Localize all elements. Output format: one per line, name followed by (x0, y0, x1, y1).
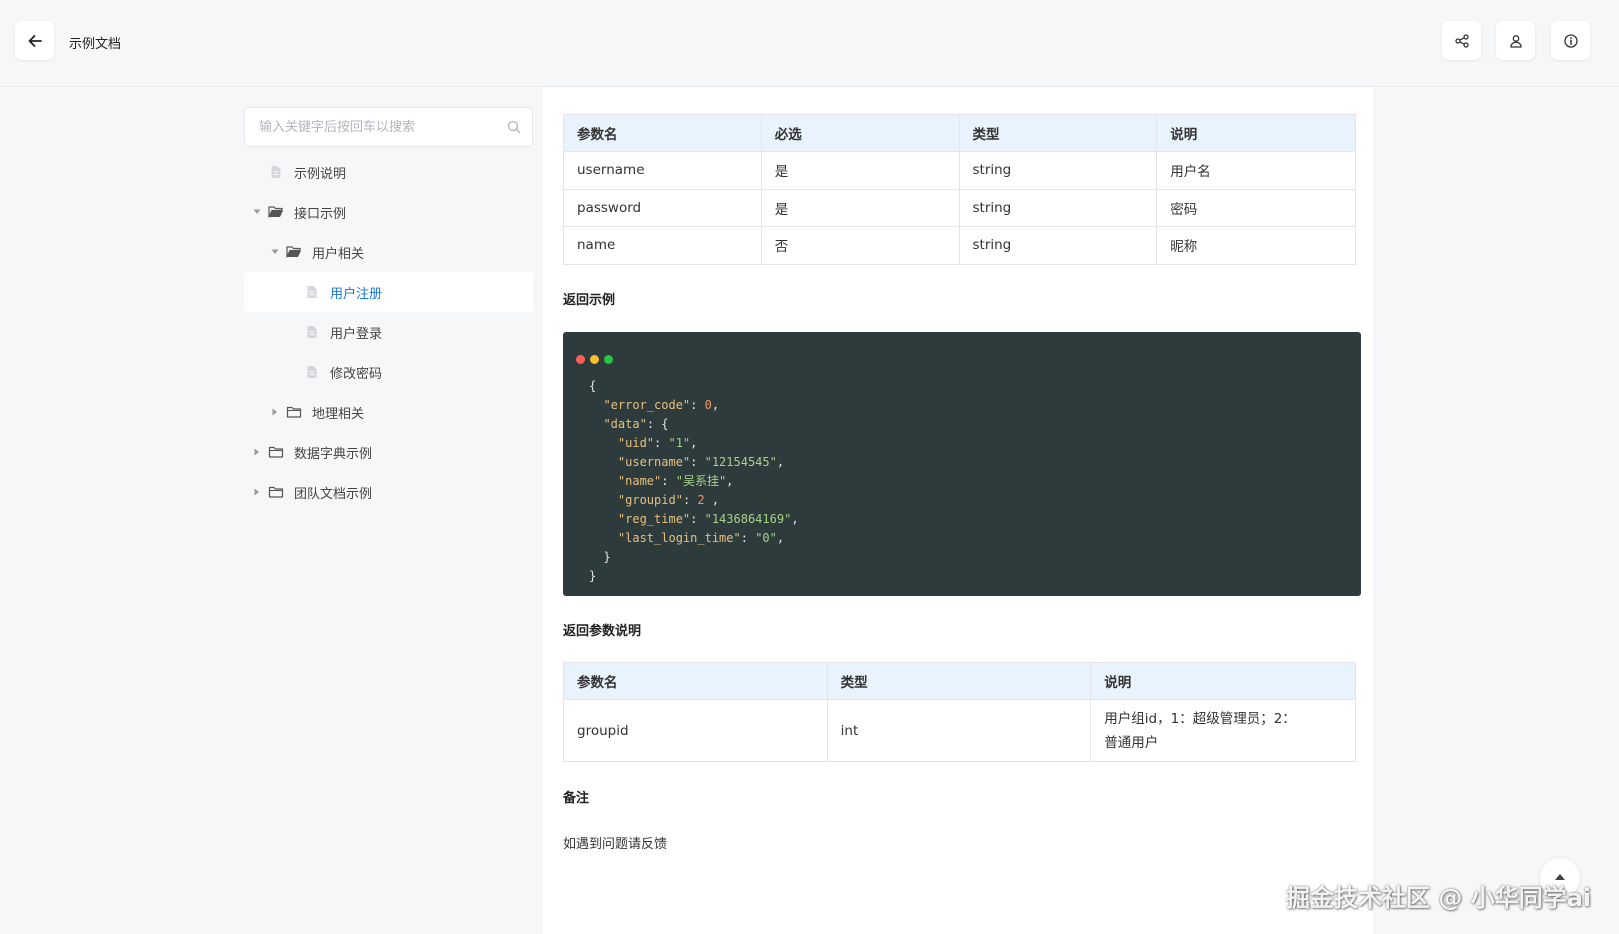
back-button[interactable] (15, 21, 54, 60)
table-row: username 是 string 用户名 (563, 151, 1356, 190)
caret-right-icon[interactable] (250, 488, 264, 496)
table-cell: 否 (760, 226, 960, 265)
tree-item-label: 地理相关 (312, 406, 365, 422)
user-button[interactable] (1496, 21, 1535, 60)
caret-right-icon[interactable] (268, 408, 282, 416)
tree-item[interactable]: 用户注册 (244, 272, 533, 312)
table-row: name 否 string 昵称 (563, 226, 1356, 265)
share-button[interactable] (1442, 21, 1481, 60)
table-cell: int (826, 699, 1092, 762)
table-cell: 是 (760, 188, 960, 227)
table-header-cell: 必选 (760, 114, 960, 152)
tree-item-label: 用户注册 (330, 286, 383, 302)
table-header-cell: 类型 (958, 114, 1158, 152)
table-cell: password (563, 188, 762, 227)
tree-item[interactable]: 修改密码 (244, 352, 533, 392)
user-icon (1509, 34, 1522, 48)
tree-item[interactable]: 地理相关 (244, 392, 533, 432)
table-row: groupid int 用户组id，1：超级管理员；2：普通用户 (563, 699, 1356, 762)
search-input[interactable] (245, 108, 495, 146)
table-cell: string (958, 226, 1158, 265)
folder-icon (282, 405, 306, 419)
code-block: { "error_code": 0, "data": { "uid": "1",… (563, 332, 1361, 596)
tree-item[interactable]: 示例说明 (244, 152, 533, 192)
info-icon (1563, 33, 1578, 48)
caret-right-icon[interactable] (250, 448, 264, 456)
table-cell: 是 (760, 151, 960, 190)
table-header-cell: 说明 (1156, 114, 1356, 152)
request-params-table: 参数名 必选 类型 说明 username 是 string 用户名 password 是 str… (563, 114, 1356, 265)
watermark: 掘金技术社区 @ 小华同学ai (1286, 884, 1592, 912)
folder-icon (264, 445, 288, 459)
table-cell: groupid (563, 699, 828, 762)
caret-down-icon[interactable] (250, 209, 264, 215)
table-cell: 用户名 (1156, 151, 1356, 190)
tree-item[interactable]: 接口示例 (244, 192, 533, 232)
doc-title: 示例文档 (69, 37, 122, 52)
table-header-cell: 说明 (1090, 662, 1356, 700)
sidebar: 示例说明接口示例用户相关用户注册用户登录修改密码地理相关数据字典示例团队文档示例 (244, 107, 533, 512)
doc-content: 参数名 必选 类型 说明 username 是 string 用户名 password 是 str… (543, 87, 1373, 934)
tree-item-label: 用户相关 (312, 246, 365, 262)
tree-item-label: 用户登录 (330, 326, 383, 342)
info-button[interactable] (1551, 21, 1590, 60)
tree-item[interactable]: 团队文档示例 (244, 472, 533, 512)
window-dot-red (576, 355, 585, 364)
tree-item[interactable]: 数据字典示例 (244, 432, 533, 472)
file-icon (264, 165, 288, 179)
table-header-cell: 类型 (826, 662, 1092, 700)
window-dot-yellow (590, 355, 599, 364)
remark-text: 如遇到问题请反馈 (563, 837, 668, 852)
return-example-heading: 返回示例 (563, 293, 616, 308)
top-bar: 示例文档 (0, 0, 1619, 87)
tree-item[interactable]: 用户登录 (244, 312, 533, 352)
tree-item-label: 团队文档示例 (294, 486, 373, 502)
file-icon (300, 285, 324, 299)
tree-item-label: 数据字典示例 (294, 446, 373, 462)
folder-icon (264, 485, 288, 499)
table-cell: username (563, 151, 762, 190)
caret-down-icon[interactable] (268, 249, 282, 255)
table-cell: name (563, 226, 762, 265)
table-header-cell: 参数名 (563, 114, 762, 152)
return-params-table: 参数名 类型 说明 groupid int 用户组id，1：超级管理员；2：普通用户 (563, 662, 1356, 762)
table-cell: 密码 (1156, 188, 1356, 227)
code-content: { "error_code": 0, "data": { "uid": "1",… (589, 379, 799, 583)
folder-open-icon (264, 205, 288, 219)
table-cell: 用户组id，1：超级管理员；2：普通用户 (1090, 699, 1356, 762)
tree-item[interactable]: 用户相关 (244, 232, 533, 272)
table-row: password 是 string 密码 (563, 188, 1356, 227)
table-header-cell: 参数名 (563, 662, 828, 700)
tree-item-label: 示例说明 (294, 166, 347, 182)
arrow-left-icon (28, 34, 42, 47)
folder-open-icon (282, 245, 306, 259)
table-cell: 昵称 (1156, 226, 1356, 265)
search-icon[interactable] (507, 120, 521, 134)
return-params-heading: 返回参数说明 (563, 624, 642, 639)
remark-heading: 备注 (563, 791, 590, 806)
doc-tree: 示例说明接口示例用户相关用户注册用户登录修改密码地理相关数据字典示例 团队文档示例 (244, 152, 533, 512)
tree-item-label: 修改密码 (330, 366, 383, 382)
window-dot-green (604, 355, 613, 364)
file-icon (300, 325, 324, 339)
file-icon (300, 365, 324, 379)
share-icon (1454, 33, 1469, 48)
tree-item-label: 接口示例 (294, 206, 347, 222)
table-cell: string (958, 151, 1158, 190)
table-cell: string (958, 188, 1158, 227)
search-box (244, 107, 533, 147)
